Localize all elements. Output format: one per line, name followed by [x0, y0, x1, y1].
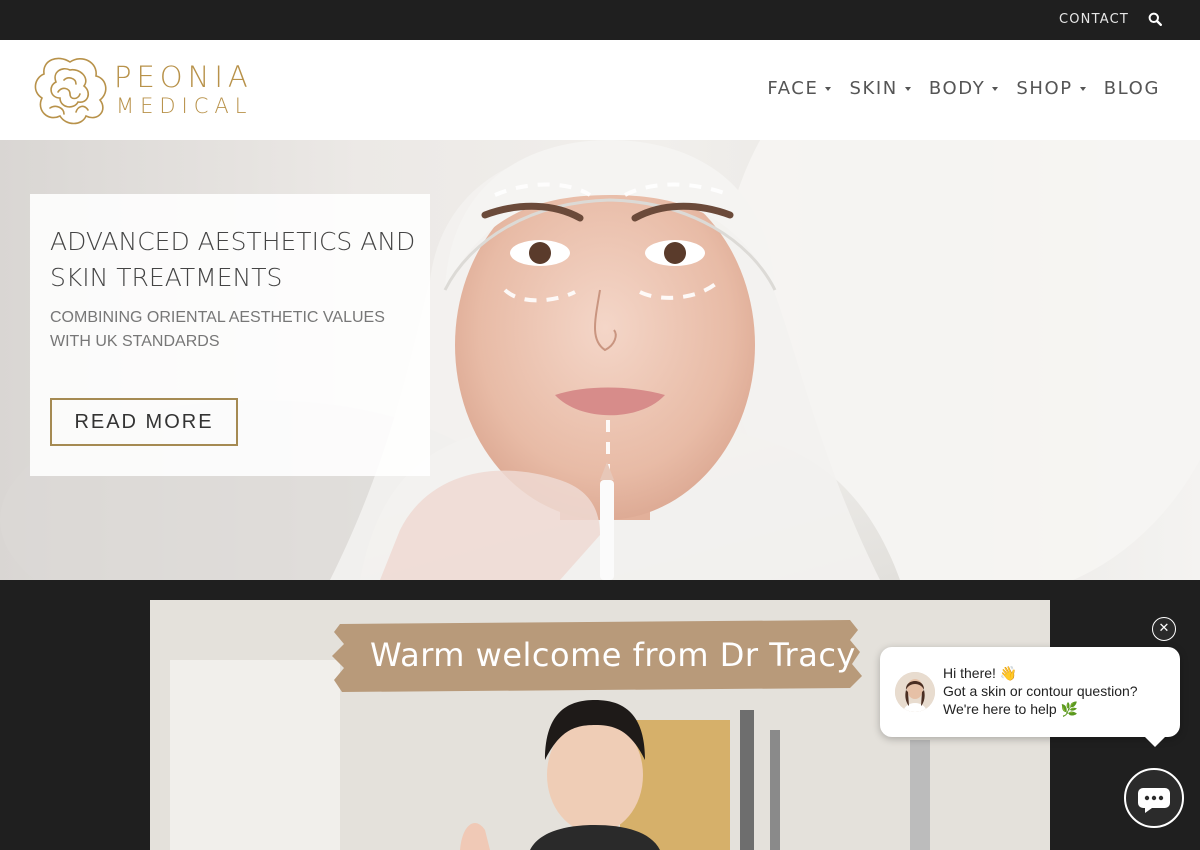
caret-down-icon — [825, 86, 832, 91]
chat-bubble-icon — [1138, 788, 1170, 813]
avatar — [895, 672, 935, 712]
hero-card: ADVANCED AESTHETICS AND SKIN TREATMENTS … — [30, 194, 430, 476]
nav-label: SHOP — [1016, 78, 1073, 99]
nav-item-face[interactable]: FACE — [767, 78, 832, 99]
top-bar: CONTACT — [0, 0, 1200, 40]
search-icon[interactable] — [1148, 12, 1163, 27]
brand-name-line2: MEDICAL — [116, 94, 253, 118]
read-more-button[interactable]: READ MORE — [50, 398, 238, 446]
hero-banner: ADVANCED AESTHETICS AND SKIN TREATMENTS … — [0, 140, 1200, 580]
chat-line-3: We're here to help 🌿 — [943, 701, 1079, 717]
chat-line-2: Got a skin or contour question? — [943, 683, 1138, 699]
site-header: PEONIA MEDICAL FACE SKIN BODY SHOP BLOG — [0, 40, 1200, 140]
caret-down-icon — [904, 86, 911, 91]
nav-label: BODY — [928, 78, 986, 99]
peony-logo-icon — [34, 57, 107, 125]
chat-line-1: Hi there! 👋 — [943, 665, 1018, 681]
chat-launcher-button[interactable] — [1124, 768, 1184, 828]
close-icon[interactable]: ✕ — [1152, 617, 1176, 641]
nav-item-shop[interactable]: SHOP — [1016, 78, 1086, 99]
chat-greeting-bubble[interactable]: Hi there! 👋 Got a skin or contour questi… — [880, 647, 1180, 747]
nav-item-blog[interactable]: BLOG — [1104, 78, 1160, 99]
nav-label: SKIN — [849, 78, 898, 99]
contact-link[interactable]: CONTACT — [1059, 12, 1129, 27]
caret-down-icon — [1079, 86, 1086, 91]
nav-item-body[interactable]: BODY — [928, 78, 999, 99]
nav-item-skin[interactable]: SKIN — [849, 78, 911, 99]
nav-label: FACE — [767, 78, 819, 99]
video-caption: Warm welcome from Dr Tracy — [370, 636, 856, 674]
main-nav: FACE SKIN BODY SHOP BLOG — [767, 78, 1160, 99]
hero-title: ADVANCED AESTHETICS AND SKIN TREATMENTS — [50, 227, 416, 292]
caret-down-icon — [992, 86, 999, 91]
hero-subtitle: COMBINING ORIENTAL AESTHETIC VALUES WITH… — [50, 309, 385, 350]
brand-logo[interactable]: PEONIA MEDICAL — [30, 52, 270, 130]
nav-label: BLOG — [1103, 78, 1160, 99]
brand-name-line1: PEONIA — [114, 60, 253, 94]
